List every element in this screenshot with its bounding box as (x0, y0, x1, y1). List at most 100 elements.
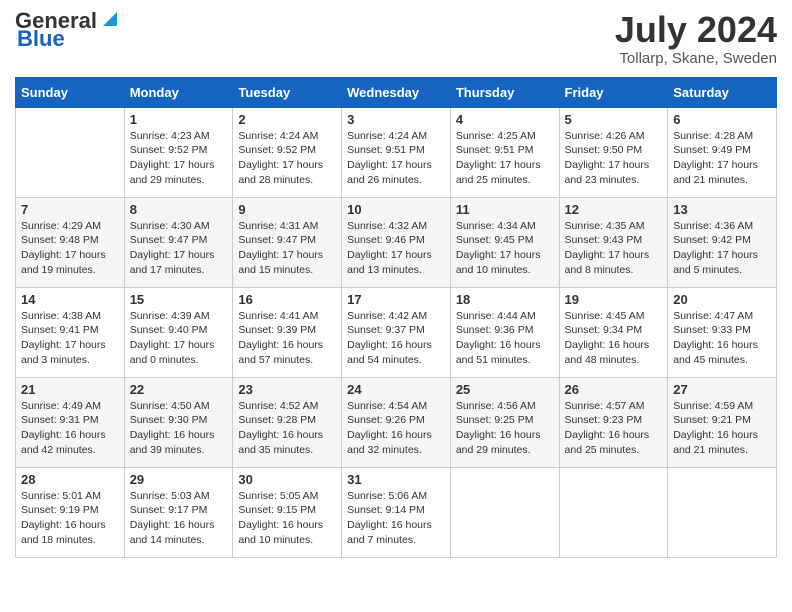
day-detail: Sunrise: 4:36 AMSunset: 9:42 PMDaylight:… (673, 219, 771, 278)
day-cell: 8 Sunrise: 4:30 AMSunset: 9:47 PMDaylight… (124, 197, 233, 287)
day-number: 13 (673, 202, 771, 217)
day-number: 23 (238, 382, 336, 397)
day-cell (450, 467, 559, 557)
day-detail: Sunrise: 4:45 AMSunset: 9:34 PMDaylight:… (565, 309, 663, 368)
day-detail: Sunrise: 4:30 AMSunset: 9:47 PMDaylight:… (130, 219, 228, 278)
day-cell: 15 Sunrise: 4:39 AMSunset: 9:40 PMDayligh… (124, 287, 233, 377)
day-cell: 21 Sunrise: 4:49 AMSunset: 9:31 PMDayligh… (16, 377, 125, 467)
day-number: 14 (21, 292, 119, 307)
day-detail: Sunrise: 5:01 AMSunset: 9:19 PMDaylight:… (21, 489, 119, 548)
day-detail: Sunrise: 4:50 AMSunset: 9:30 PMDaylight:… (130, 399, 228, 458)
day-number: 27 (673, 382, 771, 397)
day-cell: 2 Sunrise: 4:24 AMSunset: 9:52 PMDaylight… (233, 107, 342, 197)
day-detail: Sunrise: 4:23 AMSunset: 9:52 PMDaylight:… (130, 129, 228, 188)
page-header: General Blue July 2024 Tollarp, Skane, S… (15, 10, 777, 67)
calendar-table: SundayMondayTuesdayWednesdayThursdayFrid… (15, 77, 777, 558)
day-number: 18 (456, 292, 554, 307)
day-detail: Sunrise: 5:06 AMSunset: 9:14 PMDaylight:… (347, 489, 445, 548)
day-cell: 24Sunrise: 4:54 AMSunset: 9:26 PMDayligh… (342, 377, 451, 467)
day-detail: Sunrise: 4:59 AMSunset: 9:21 PMDaylight:… (673, 399, 771, 458)
logo-arrow-icon (99, 8, 121, 30)
day-cell: 14 Sunrise: 4:38 AMSunset: 9:41 PMDayligh… (16, 287, 125, 377)
calendar-header: SundayMondayTuesdayWednesdayThursdayFrid… (16, 77, 777, 107)
day-number: 26 (565, 382, 663, 397)
day-cell (559, 467, 668, 557)
week-row-3: 14 Sunrise: 4:38 AMSunset: 9:41 PMDayligh… (16, 287, 777, 377)
header-cell-tuesday: Tuesday (233, 77, 342, 107)
header-row: SundayMondayTuesdayWednesdayThursdayFrid… (16, 77, 777, 107)
day-detail: Sunrise: 4:44 AMSunset: 9:36 PMDaylight:… (456, 309, 554, 368)
day-cell: 25 Sunrise: 4:56 AMSunset: 9:25 PMDayligh… (450, 377, 559, 467)
day-number: 31 (347, 472, 445, 487)
header-cell-thursday: Thursday (450, 77, 559, 107)
day-number: 9 (238, 202, 336, 217)
day-detail: Sunrise: 4:52 AMSunset: 9:28 PMDaylight:… (238, 399, 336, 458)
day-detail: Sunrise: 4:39 AMSunset: 9:40 PMDaylight:… (130, 309, 228, 368)
day-detail: Sunrise: 4:34 AMSunset: 9:45 PMDaylight:… (456, 219, 554, 278)
day-cell: 16Sunrise: 4:41 AMSunset: 9:39 PMDayligh… (233, 287, 342, 377)
day-cell: 11 Sunrise: 4:34 AMSunset: 9:45 PMDayligh… (450, 197, 559, 287)
day-number: 15 (130, 292, 228, 307)
day-detail: Sunrise: 4:47 AMSunset: 9:33 PMDaylight:… (673, 309, 771, 368)
day-cell: 5 Sunrise: 4:26 AMSunset: 9:50 PMDaylight… (559, 107, 668, 197)
logo: General Blue (15, 10, 121, 52)
day-number: 10 (347, 202, 445, 217)
day-cell: 27 Sunrise: 4:59 AMSunset: 9:21 PMDayligh… (668, 377, 777, 467)
week-row-5: 28Sunrise: 5:01 AMSunset: 9:19 PMDayligh… (16, 467, 777, 557)
day-cell: 29Sunrise: 5:03 AMSunset: 9:17 PMDayligh… (124, 467, 233, 557)
day-cell: 10 Sunrise: 4:32 AMSunset: 9:46 PMDayligh… (342, 197, 451, 287)
day-cell: 6Sunrise: 4:28 AMSunset: 9:49 PMDaylight… (668, 107, 777, 197)
location: Tollarp, Skane, Sweden (615, 50, 777, 67)
day-cell: 30 Sunrise: 5:05 AMSunset: 9:15 PMDayligh… (233, 467, 342, 557)
day-detail: Sunrise: 5:05 AMSunset: 9:15 PMDaylight:… (238, 489, 336, 548)
day-number: 11 (456, 202, 554, 217)
header-cell-friday: Friday (559, 77, 668, 107)
day-number: 30 (238, 472, 336, 487)
day-detail: Sunrise: 4:29 AMSunset: 9:48 PMDaylight:… (21, 219, 119, 278)
day-cell: 3Sunrise: 4:24 AMSunset: 9:51 PMDaylight… (342, 107, 451, 197)
day-number: 12 (565, 202, 663, 217)
day-detail: Sunrise: 4:56 AMSunset: 9:25 PMDaylight:… (456, 399, 554, 458)
week-row-2: 7Sunrise: 4:29 AMSunset: 9:48 PMDaylight… (16, 197, 777, 287)
day-detail: Sunrise: 4:57 AMSunset: 9:23 PMDaylight:… (565, 399, 663, 458)
day-detail: Sunrise: 4:38 AMSunset: 9:41 PMDaylight:… (21, 309, 119, 368)
day-cell: 31 Sunrise: 5:06 AMSunset: 9:14 PMDayligh… (342, 467, 451, 557)
logo-blue-text: Blue (15, 26, 65, 52)
day-cell: 18 Sunrise: 4:44 AMSunset: 9:36 PMDayligh… (450, 287, 559, 377)
day-cell: 20Sunrise: 4:47 AMSunset: 9:33 PMDayligh… (668, 287, 777, 377)
day-detail: Sunrise: 4:24 AMSunset: 9:52 PMDaylight:… (238, 129, 336, 188)
day-cell: 13 Sunrise: 4:36 AMSunset: 9:42 PMDayligh… (668, 197, 777, 287)
day-detail: Sunrise: 5:03 AMSunset: 9:17 PMDaylight:… (130, 489, 228, 548)
day-number: 8 (130, 202, 228, 217)
day-detail: Sunrise: 4:41 AMSunset: 9:39 PMDaylight:… (238, 309, 336, 368)
week-row-4: 21 Sunrise: 4:49 AMSunset: 9:31 PMDayligh… (16, 377, 777, 467)
day-number: 3 (347, 112, 445, 127)
day-cell: 17Sunrise: 4:42 AMSunset: 9:37 PMDayligh… (342, 287, 451, 377)
day-cell: 26 Sunrise: 4:57 AMSunset: 9:23 PMDayligh… (559, 377, 668, 467)
day-detail: Sunrise: 4:32 AMSunset: 9:46 PMDaylight:… (347, 219, 445, 278)
header-cell-wednesday: Wednesday (342, 77, 451, 107)
day-detail: Sunrise: 4:54 AMSunset: 9:26 PMDaylight:… (347, 399, 445, 458)
title-block: July 2024 Tollarp, Skane, Sweden (615, 10, 777, 67)
day-number: 21 (21, 382, 119, 397)
day-detail: Sunrise: 4:26 AMSunset: 9:50 PMDaylight:… (565, 129, 663, 188)
day-cell: 1Sunrise: 4:23 AMSunset: 9:52 PMDaylight… (124, 107, 233, 197)
header-cell-monday: Monday (124, 77, 233, 107)
day-cell: 28Sunrise: 5:01 AMSunset: 9:19 PMDayligh… (16, 467, 125, 557)
month-title: July 2024 (615, 10, 777, 50)
day-detail: Sunrise: 4:25 AMSunset: 9:51 PMDaylight:… (456, 129, 554, 188)
calendar-body: 1Sunrise: 4:23 AMSunset: 9:52 PMDaylight… (16, 107, 777, 557)
day-cell (668, 467, 777, 557)
day-number: 25 (456, 382, 554, 397)
day-number: 2 (238, 112, 336, 127)
day-detail: Sunrise: 4:35 AMSunset: 9:43 PMDaylight:… (565, 219, 663, 278)
day-number: 5 (565, 112, 663, 127)
day-detail: Sunrise: 4:49 AMSunset: 9:31 PMDaylight:… (21, 399, 119, 458)
day-cell: 19Sunrise: 4:45 AMSunset: 9:34 PMDayligh… (559, 287, 668, 377)
day-detail: Sunrise: 4:42 AMSunset: 9:37 PMDaylight:… (347, 309, 445, 368)
day-cell: 4 Sunrise: 4:25 AMSunset: 9:51 PMDaylight… (450, 107, 559, 197)
day-detail: Sunrise: 4:31 AMSunset: 9:47 PMDaylight:… (238, 219, 336, 278)
day-number: 4 (456, 112, 554, 127)
day-cell: 22Sunrise: 4:50 AMSunset: 9:30 PMDayligh… (124, 377, 233, 467)
day-cell: 23 Sunrise: 4:52 AMSunset: 9:28 PMDayligh… (233, 377, 342, 467)
